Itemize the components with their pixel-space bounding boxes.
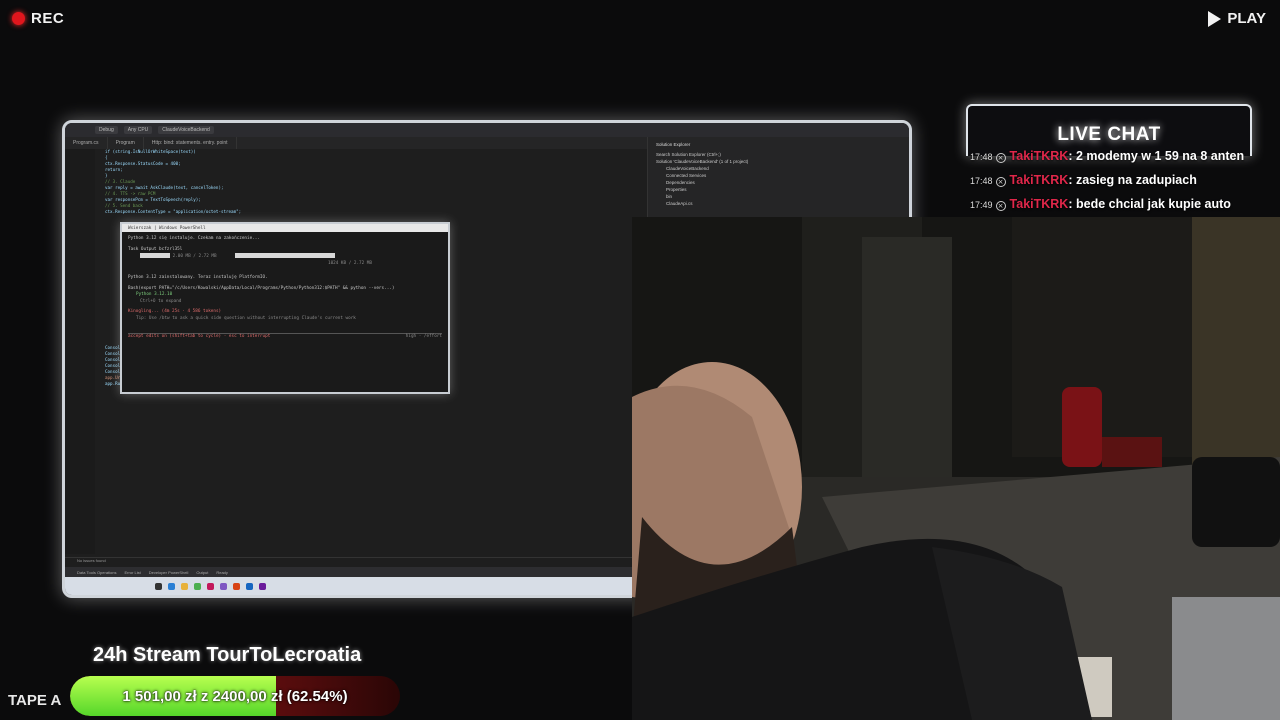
terminal-window[interactable]: Wsierszak | Windows PowerShell Python 3.… [120, 222, 450, 394]
chat-time: 17:48 [970, 152, 993, 162]
play-label: PLAY [1227, 10, 1266, 27]
solution-item[interactable]: bin [656, 193, 904, 200]
tab-program[interactable]: Program [108, 137, 144, 149]
solution-item[interactable]: Connected Services [656, 172, 904, 179]
taskbar-app-icon[interactable] [259, 582, 266, 590]
toolbar-run-target[interactable]: ClaudeVoiceBackend [158, 126, 214, 134]
terminal-line: 2.00 MB / 2.72 MB [172, 254, 217, 259]
chat-time: 17:48 [970, 176, 993, 186]
toolbar-platform[interactable]: Any CPU [123, 126, 153, 134]
rec-indicator: REC [12, 10, 64, 27]
solution-item[interactable]: ClaudeApi.cs [656, 200, 904, 207]
chat-username[interactable]: TakiTKRK [1010, 197, 1069, 211]
chat-username[interactable]: TakiTKRK [1010, 149, 1069, 163]
tab-program-cs[interactable]: Program.cs [65, 137, 108, 149]
bottom-tab[interactable]: Developer PowerShell [149, 570, 189, 575]
stream-title: 24h Stream TourToLecroatia [93, 644, 362, 666]
chat-message: 17:48 × TakiTKRK: 2 modemy w 1 59 na 8 ant… [970, 146, 1252, 167]
solution-project[interactable]: ClaudeVoiceBackend [656, 165, 904, 172]
solution-explorer-title: Solution Explorer [656, 142, 691, 147]
user-badge-icon: × [995, 201, 1006, 211]
record-dot-icon [12, 12, 25, 25]
tape-label: TAPE A [8, 692, 62, 709]
live-chat-title: LIVE CHAT [1057, 124, 1161, 145]
bottom-tab[interactable]: Output [196, 570, 208, 575]
chat-username[interactable]: TakiTKRK [1010, 173, 1069, 187]
bottom-tab[interactable]: Data Tools Operations [77, 570, 117, 575]
taskbar-app-icon[interactable] [233, 582, 240, 590]
solution-search[interactable]: Search Solution Explorer (Ctrl+;) [656, 151, 904, 158]
play-icon [1208, 10, 1222, 27]
tab-http[interactable]: Http: bind: statements. entry. point [144, 137, 237, 149]
taskbar-app-icon[interactable] [168, 582, 175, 590]
rec-label: REC [31, 10, 65, 27]
download-bar [235, 253, 336, 258]
solution-item[interactable]: Dependencies [656, 179, 904, 186]
toolbar-config[interactable]: Debug [95, 126, 118, 134]
taskbar-app-icon[interactable] [207, 582, 214, 590]
webcam-image [632, 217, 1280, 720]
donation-goal-bar: 1 501,00 zł z 2400,00 zł (62.54%) [70, 676, 400, 716]
taskbar-app-icon[interactable] [220, 582, 227, 590]
taskbar-app-icon[interactable] [181, 582, 188, 590]
play-indicator: PLAY [1208, 10, 1266, 27]
taskbar-app-icon[interactable] [155, 582, 162, 590]
chat-message: 17:48 × TakiTKRK: zasieg na zadupiach [970, 170, 1252, 191]
solution-root[interactable]: Solution 'ClaudeVoiceBackend' (1 of 1 pr… [656, 158, 904, 165]
ide-toolbar: Debug Any CPU ClaudeVoiceBackend [65, 123, 909, 137]
download-bar [140, 253, 170, 258]
donation-goal-text: 1 501,00 zł z 2400,00 zł (62.54%) [122, 687, 348, 705]
taskbar-app-icon[interactable] [194, 582, 201, 590]
ready-status: Ready [216, 569, 228, 575]
webcam-feed [632, 217, 1280, 720]
terminal-mode: accept edits on (shift+tab to cycle) · e… [128, 334, 271, 339]
terminal-title: Wsierszak | Windows PowerShell [122, 224, 448, 232]
solution-item[interactable]: Properties [656, 186, 904, 193]
user-badge-icon: × [995, 153, 1006, 163]
chat-time: 17:49 [970, 200, 993, 210]
bottom-tab[interactable]: Error List [125, 570, 141, 575]
chat-text: : zasieg na zadupiach [1068, 173, 1197, 187]
taskbar-app-icon[interactable] [246, 582, 253, 590]
terminal-effort: high · /effort [405, 334, 442, 339]
chat-text: : 2 modemy w 1 59 na 8 anten [1068, 149, 1245, 163]
user-badge-icon: × [995, 177, 1006, 187]
